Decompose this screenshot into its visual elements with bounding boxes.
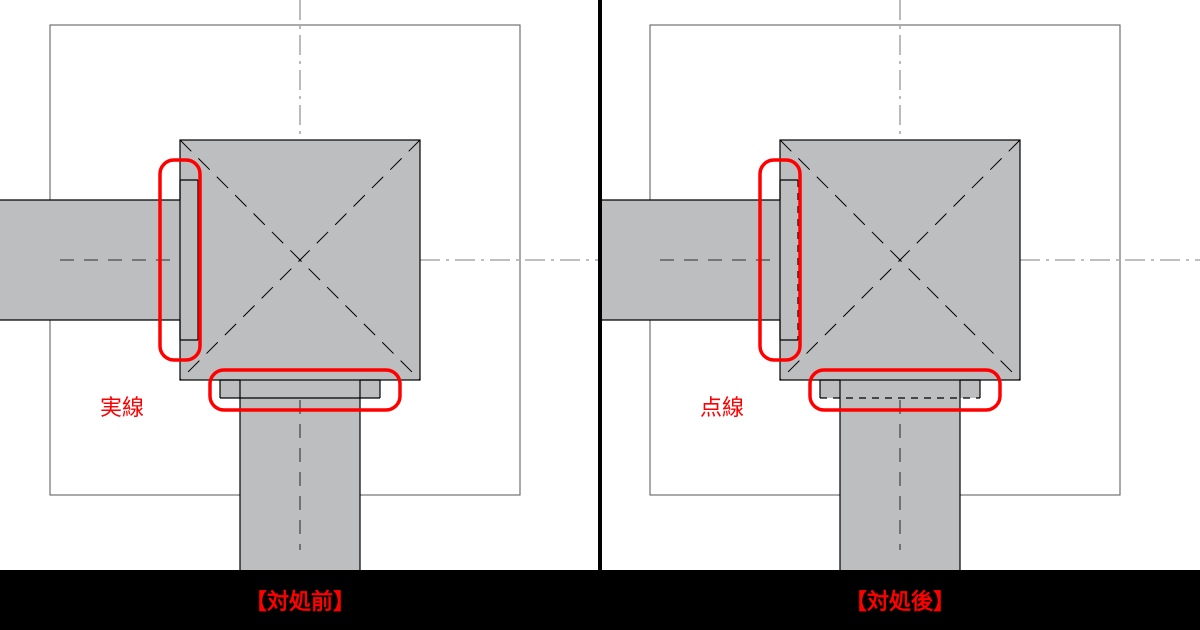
diagram-before xyxy=(0,0,600,570)
canvas-before: 実線 xyxy=(0,0,600,570)
caption-band-after: 【対処後】 xyxy=(600,570,1200,630)
diagram-after xyxy=(600,0,1200,570)
caption-band-before: 【対処前】 xyxy=(0,570,600,630)
panel-divider xyxy=(598,0,602,630)
panel-after: 点線 【対処後】 xyxy=(600,0,1200,630)
annotation-before: 実線 xyxy=(100,390,144,422)
panel-before: 実線 【対処前】 xyxy=(0,0,600,630)
canvas-after: 点線 xyxy=(600,0,1200,570)
caption-after: 【対処後】 xyxy=(845,584,955,616)
caption-before: 【対処前】 xyxy=(245,584,355,616)
annotation-after: 点線 xyxy=(700,390,744,422)
